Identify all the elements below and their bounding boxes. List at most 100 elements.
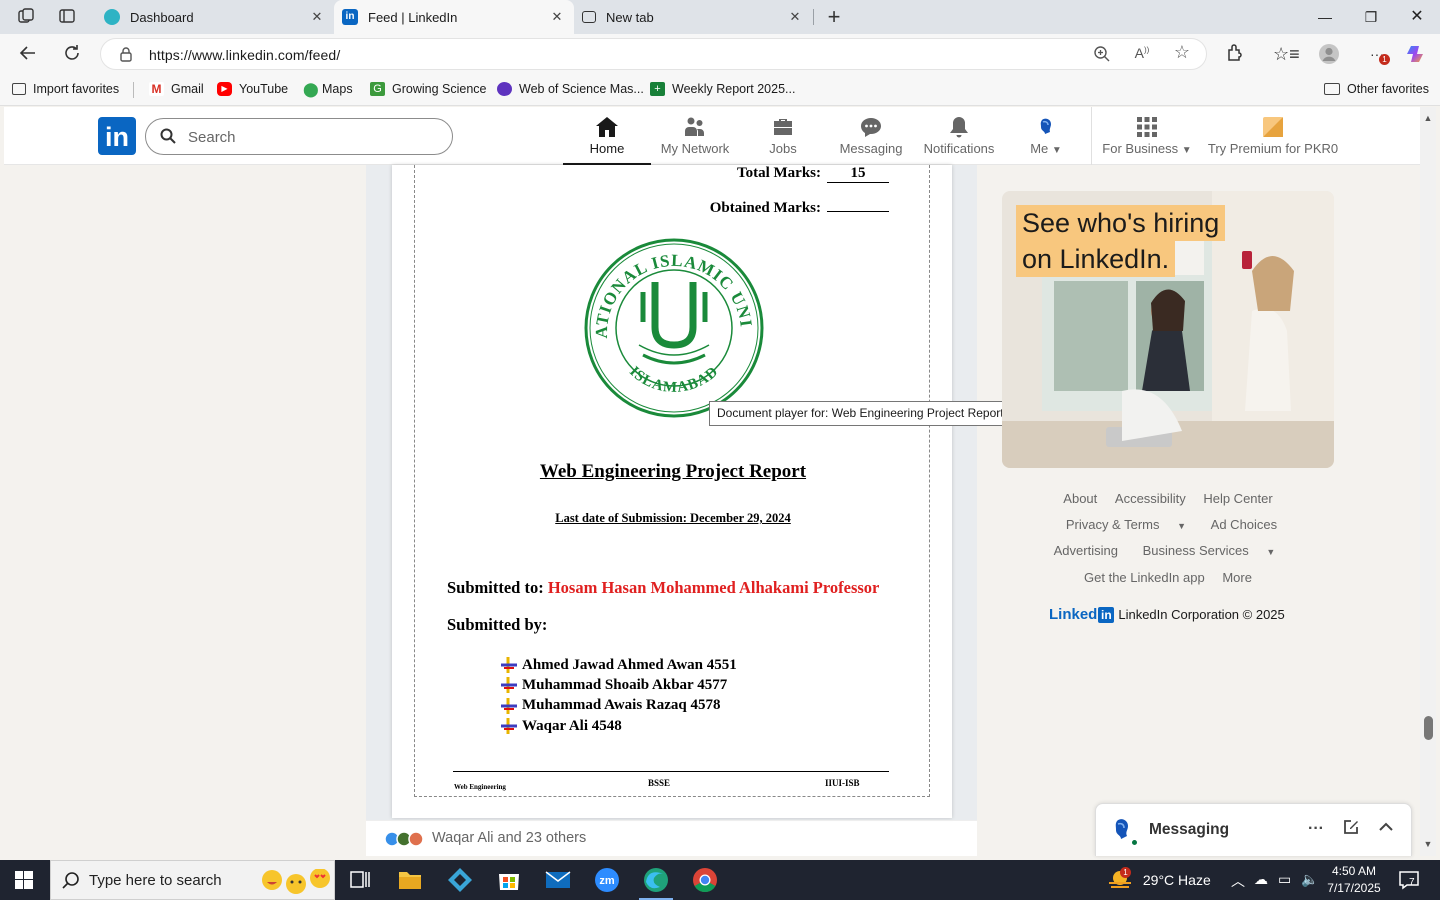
address-bar[interactable]: https://www.linkedin.com/feed/ A)) ☆ [100, 38, 1207, 70]
scroll-down-arrow-icon[interactable]: ▼ [1423, 839, 1433, 849]
chat-icon [861, 118, 881, 137]
back-arrow-icon[interactable] [16, 43, 40, 65]
document-footer-rule [453, 771, 889, 772]
favorite-label: Import favorites [33, 82, 120, 96]
try-premium-link[interactable]: Try Premium for PKR0 [1205, 107, 1341, 165]
tab-new-tab[interactable]: New tab ✕ [574, 0, 812, 34]
url-text[interactable]: https://www.linkedin.com/feed/ [149, 47, 340, 63]
footer-link-accessibility[interactable]: Accessibility [1115, 491, 1186, 506]
cloud-sync-icon[interactable]: ☁ [1254, 871, 1268, 888]
footer-link-privacy-terms[interactable]: Privacy & Terms ▼ [1059, 517, 1193, 532]
compose-icon[interactable] [1340, 818, 1362, 840]
footer-link-business-services[interactable]: Business Services ▼ [1136, 543, 1283, 558]
favorite-gmail[interactable]: M Gmail [149, 82, 204, 96]
weather-widget[interactable]: 1 29°C Haze [1107, 867, 1211, 892]
nav-me[interactable]: Me ▼ [1011, 107, 1081, 165]
favorites-bar: Import favorites M Gmail ▶ YouTube ⬤ Map… [0, 74, 1440, 106]
task-view-icon[interactable] [337, 860, 383, 900]
favorite-growing-science[interactable]: G Growing Science [370, 82, 487, 96]
favorite-weekly-report[interactable]: + Weekly Report 2025... [650, 82, 795, 96]
chrome-browser-icon[interactable] [682, 860, 728, 900]
nav-label: Jobs [769, 141, 797, 156]
favorite-youtube[interactable]: ▶ YouTube [217, 82, 288, 96]
taskbar-clock[interactable]: 4:50 AM 7/17/2025 [1322, 863, 1386, 897]
search-input[interactable] [188, 126, 438, 148]
favorite-web-of-science[interactable]: Web of Science Mas... [497, 82, 644, 96]
svg-text:zm: zm [599, 875, 615, 887]
lock-icon[interactable] [119, 46, 133, 65]
restore-icon[interactable]: ❐ [1348, 0, 1394, 34]
show-hidden-icons-chevron-icon[interactable]: ︿ [1231, 871, 1245, 891]
tab-linkedin-feed[interactable]: in Feed | LinkedIn ✕ [334, 0, 574, 34]
close-tab-icon[interactable]: ✕ [786, 8, 804, 26]
linkedin-copyright: Linked in LinkedIn Corporation © 2025 [1049, 606, 1285, 623]
zoom-icon[interactable] [1092, 45, 1112, 67]
tab-dashboard[interactable]: Dashboard ✕ [96, 0, 334, 34]
nav-messaging[interactable]: Messaging [827, 107, 915, 165]
refresh-icon[interactable] [60, 43, 84, 65]
copilot-icon[interactable] [1405, 43, 1427, 65]
notification-center-icon[interactable]: 7 [1398, 870, 1420, 893]
footer-link-help-center[interactable]: Help Center [1203, 491, 1272, 506]
document-player[interactable]: Total Marks: 15 Obtained Marks: INTERNATI… [366, 165, 977, 820]
zoom-app-icon[interactable]: zm [584, 860, 630, 900]
nav-home[interactable]: Home [563, 107, 651, 165]
footer-link-about[interactable]: About [1063, 491, 1097, 506]
new-tab-plus-icon[interactable]: + [824, 6, 844, 28]
weather-text: 29°C Haze [1142, 872, 1211, 888]
other-favorites[interactable]: Other favorites [1324, 82, 1429, 96]
linkedin-logo-icon[interactable]: in [98, 117, 136, 155]
nav-my-network[interactable]: My Network [651, 107, 739, 165]
more-options-icon[interactable]: ··· [1305, 818, 1327, 840]
favorite-import[interactable]: Import favorites [12, 82, 119, 96]
file-explorer-icon[interactable] [387, 860, 433, 900]
messaging-title[interactable]: Messaging [1149, 821, 1229, 839]
close-window-icon[interactable]: ✕ [1394, 0, 1440, 34]
start-button[interactable] [0, 860, 48, 900]
reactions-text[interactable]: Waqar Ali and 23 others [432, 830, 586, 846]
footer-link-more[interactable]: More [1222, 570, 1252, 585]
taskbar-search[interactable]: Type here to search [50, 860, 335, 900]
settings-more-icon[interactable]: ··· 1 [1366, 43, 1390, 65]
member-name: Muhammad Awais Razaq 4578 [522, 697, 721, 714]
nav-notifications[interactable]: Notifications [915, 107, 1003, 165]
reaction-icons [384, 831, 424, 847]
notification-count: 7 [1409, 877, 1415, 888]
network-icon[interactable]: ▭ [1278, 871, 1291, 888]
vertical-tabs-icon[interactable] [57, 7, 77, 27]
volume-icon[interactable]: 🔈 [1301, 871, 1318, 888]
nav-for-business[interactable]: For Business ▼ [1101, 107, 1193, 165]
bullet-icon [501, 697, 517, 714]
profile-avatar-icon[interactable] [1318, 43, 1340, 65]
favorites-icon[interactable]: ☆≡ [1273, 43, 1300, 65]
messaging-overlay[interactable]: Messaging ··· [1095, 803, 1412, 856]
footer-row: Privacy & Terms ▼ Ad Choices [1002, 517, 1334, 532]
taskbar-search-placeholder[interactable]: Type here to search [89, 872, 222, 889]
favorite-star-icon[interactable]: ☆ [1172, 42, 1192, 63]
chevron-up-icon[interactable] [1375, 818, 1397, 840]
footer-link-ad-choices[interactable]: Ad Choices [1211, 517, 1277, 532]
close-tab-icon[interactable]: ✕ [308, 8, 326, 26]
favorite-maps[interactable]: ⬤ Maps [303, 82, 353, 96]
nav-jobs[interactable]: Jobs [739, 107, 827, 165]
hiring-ad-card[interactable]: See who's hiring on LinkedIn. [1002, 191, 1334, 468]
scroll-up-arrow-icon[interactable]: ▲ [1423, 113, 1433, 123]
page-scrollbar[interactable]: ▲ ▼ [1420, 107, 1436, 856]
mail-icon[interactable] [535, 860, 581, 900]
scroll-thumb[interactable] [1424, 716, 1433, 740]
minimize-icon[interactable]: — [1302, 0, 1348, 34]
search-bar[interactable] [145, 118, 453, 155]
document-content: Total Marks: 15 Obtained Marks: INTERNATI… [414, 165, 930, 797]
close-tab-icon[interactable]: ✕ [548, 8, 566, 26]
extensions-icon[interactable] [1224, 43, 1246, 65]
edge-browser-icon[interactable] [633, 860, 679, 900]
vscode-like-app-icon[interactable] [437, 860, 483, 900]
footer-link-get-app[interactable]: Get the LinkedIn app [1084, 570, 1205, 585]
read-aloud-icon[interactable]: A)) [1132, 45, 1152, 61]
footer-link-advertising[interactable]: Advertising [1054, 543, 1118, 558]
workspaces-icon[interactable] [16, 7, 36, 27]
footer-left-text: Web Engineering [454, 783, 506, 791]
browser-tab-bar: Dashboard ✕ in Feed | LinkedIn ✕ New tab… [0, 0, 1440, 34]
microsoft-store-icon[interactable] [486, 860, 532, 900]
social-counts[interactable]: Waqar Ali and 23 others [366, 820, 977, 856]
